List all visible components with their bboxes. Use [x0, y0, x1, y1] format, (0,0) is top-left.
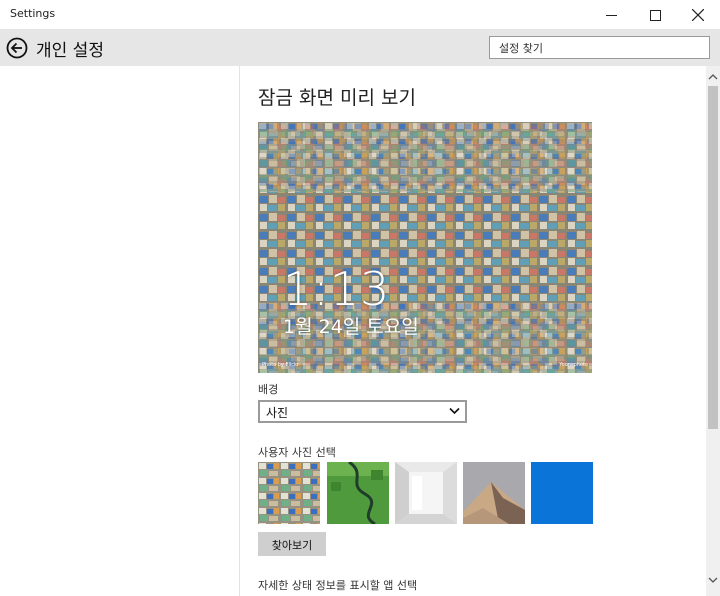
- user-photo-label: 사용자 사진 선택: [258, 446, 336, 459]
- maximize-icon: [649, 9, 661, 21]
- photo-thumbnail-desert[interactable]: [463, 462, 525, 524]
- scrollbar-thumb[interactable]: [708, 86, 718, 429]
- preview-date: 1월 24일 토요일: [283, 316, 419, 338]
- main-content: 잠금 화면 미리 보기 1:13 1월 24일 토요일 Photo by Fli…: [241, 66, 706, 596]
- photo-thumbnail-river[interactable]: [327, 462, 389, 524]
- header-bar: 개인 설정 설정 찾기: [0, 30, 720, 66]
- vertical-scrollbar[interactable]: [706, 66, 720, 596]
- page-title: 개인 설정: [36, 41, 104, 61]
- preview-credit-right: Yoonsphoto: [559, 362, 588, 368]
- section-title: 잠금 화면 미리 보기: [258, 87, 416, 109]
- title-bar: Settings: [0, 0, 720, 30]
- scroll-down-icon[interactable]: [706, 574, 720, 586]
- back-arrow-icon: [6, 37, 28, 59]
- photo-thumbnail-village[interactable]: [258, 462, 320, 524]
- window-title: Settings: [10, 7, 56, 20]
- search-input[interactable]: 설정 찾기: [489, 36, 710, 59]
- close-icon: [692, 9, 704, 21]
- detail-status-label: 자세한 상태 정보를 표시할 앱 선택: [258, 579, 418, 592]
- minimize-icon: [605, 14, 617, 16]
- background-dropdown[interactable]: 사진: [258, 400, 467, 423]
- preview-time: 1:13: [283, 262, 391, 316]
- background-label: 배경: [258, 383, 279, 396]
- solid-blue-tile[interactable]: [531, 462, 593, 524]
- minimize-button[interactable]: [588, 0, 634, 30]
- left-nav-pane: [0, 66, 240, 596]
- close-button[interactable]: [675, 0, 720, 30]
- scroll-up-icon[interactable]: [706, 71, 720, 83]
- background-dropdown-value: 사진: [266, 406, 289, 420]
- chevron-down-icon: [449, 407, 460, 415]
- back-button[interactable]: [6, 37, 28, 59]
- lock-screen-preview: 1:13 1월 24일 토요일 Photo by Flickr Yoonspho…: [258, 122, 592, 373]
- preview-credit-left: Photo by Flickr: [262, 362, 299, 368]
- photo-thumbnail-room[interactable]: [395, 462, 457, 524]
- browse-button[interactable]: 찾아보기: [258, 532, 326, 556]
- maximize-button[interactable]: [632, 0, 678, 30]
